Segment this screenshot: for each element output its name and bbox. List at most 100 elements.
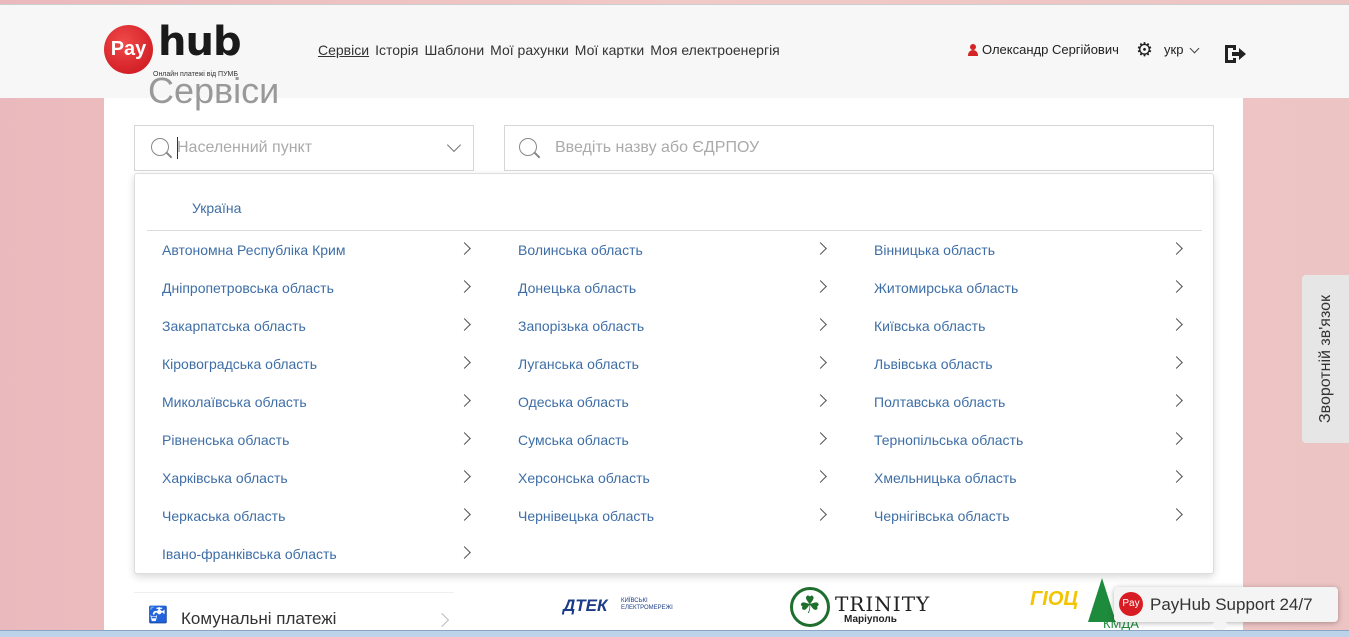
- nav-templates[interactable]: Шаблони: [424, 42, 484, 58]
- region-item[interactable]: Херсонська область: [518, 466, 838, 490]
- region-dropdown: Україна Автономна Республіка Крим Волинсь…: [134, 173, 1214, 574]
- region-item[interactable]: Запорізька область: [518, 314, 838, 338]
- region-label: Кіровоградська область: [162, 356, 317, 372]
- region-item[interactable]: Львівська область: [874, 352, 1194, 376]
- chevron-right-icon: [458, 318, 471, 331]
- region-item[interactable]: Вінницька область: [874, 238, 1194, 262]
- region-item[interactable]: Закарпатська область: [162, 314, 482, 338]
- region-label: Харківська область: [162, 470, 288, 486]
- chevron-right-icon: [814, 280, 827, 293]
- chevron-down-icon[interactable]: [1189, 43, 1200, 54]
- region-label: Тернопільська область: [874, 432, 1024, 448]
- region-label: Черкаська область: [162, 508, 286, 524]
- chevron-right-icon: [458, 280, 471, 293]
- region-label: Івано-франківська область: [162, 546, 337, 562]
- feedback-tab[interactable]: Зворотній зв'язок: [1302, 275, 1349, 443]
- user-name: Олександр Сергійович: [982, 42, 1119, 57]
- chevron-right-icon: [1170, 432, 1183, 445]
- region-item[interactable]: Автономна Республіка Крим: [162, 238, 482, 262]
- divider: [147, 230, 1202, 231]
- chevron-right-icon: [1170, 394, 1183, 407]
- region-label: Дніпропетровська область: [162, 280, 334, 296]
- chevron-right-icon: [814, 394, 827, 407]
- region-item[interactable]: Хмельницька область: [874, 466, 1194, 490]
- region-label: Миколаївська область: [162, 394, 307, 410]
- region-label: Рівненська область: [162, 432, 290, 448]
- search-icon: [519, 138, 537, 156]
- service-search-field[interactable]: [504, 125, 1214, 171]
- region-label: Закарпатська область: [162, 318, 306, 334]
- chevron-down-icon[interactable]: [446, 137, 462, 153]
- gear-icon[interactable]: ⚙: [1136, 39, 1153, 62]
- region-label: Херсонська область: [518, 470, 650, 486]
- region-item[interactable]: Волинська область: [518, 238, 838, 262]
- chevron-right-icon: [1170, 356, 1183, 369]
- region-item[interactable]: Миколаївська область: [162, 390, 482, 414]
- logout-icon[interactable]: [1222, 43, 1248, 65]
- region-item[interactable]: Чернігівська область: [874, 504, 1194, 528]
- region-item[interactable]: Полтавська область: [874, 390, 1194, 414]
- city-field[interactable]: [134, 125, 474, 171]
- region-item[interactable]: Черкаська область: [162, 504, 482, 528]
- nav-services[interactable]: Сервіси: [318, 42, 369, 58]
- support-chat-button[interactable]: Pay PayHub Support 24/7: [1114, 587, 1338, 622]
- region-label: Вінницька область: [874, 242, 995, 258]
- region-item[interactable]: Харківська область: [162, 466, 482, 490]
- chevron-right-icon: [458, 242, 471, 255]
- city-input[interactable]: [177, 136, 427, 160]
- region-label: Київська область: [874, 318, 986, 334]
- trinity-city: Маріуполь: [844, 614, 897, 625]
- gioc-logo[interactable]: ГІОЦ: [1030, 588, 1078, 611]
- nav-accounts[interactable]: Мої рахунки: [490, 42, 569, 58]
- dtek-logo-sub: КИЇВСЬКІ ЕЛЕКТРОМЕРЕЖІ: [621, 598, 673, 611]
- region-label: Полтавська область: [874, 394, 1006, 410]
- os-taskbar: [0, 630, 1349, 637]
- chevron-right-icon: [814, 470, 827, 483]
- nav-electricity[interactable]: Моя електроенергія: [650, 42, 780, 58]
- region-item[interactable]: Одеська область: [518, 390, 838, 414]
- region-label: Донецька область: [518, 280, 637, 296]
- search-icon: [151, 138, 169, 156]
- chevron-right-icon: [1170, 242, 1183, 255]
- chevron-right-icon: [1170, 508, 1183, 521]
- region-item[interactable]: Київська область: [874, 314, 1194, 338]
- region-item[interactable]: Житомирська область: [874, 276, 1194, 300]
- feedback-label: Зворотній зв'язок: [1316, 294, 1334, 424]
- chevron-right-icon: [1170, 280, 1183, 293]
- region-label: Львівська область: [874, 356, 993, 372]
- chevron-right-icon: [458, 470, 471, 483]
- chevron-right-icon: [814, 242, 827, 255]
- service-search-input[interactable]: [555, 136, 1155, 160]
- region-item[interactable]: Чернівецька область: [518, 504, 838, 528]
- nav-cards[interactable]: Мої картки: [575, 42, 644, 58]
- region-item[interactable]: Івано-франківська область: [162, 542, 482, 566]
- tap-icon: 🚰: [148, 607, 168, 624]
- payhub-chat-logo: Pay: [1119, 592, 1143, 616]
- region-label: Запорізька область: [518, 318, 645, 334]
- nav-history[interactable]: Історія: [375, 42, 418, 58]
- region-label: Чернівецька область: [518, 508, 655, 524]
- language-select[interactable]: укр: [1164, 42, 1183, 57]
- region-label: Житомирська область: [874, 280, 1019, 296]
- country-link[interactable]: Україна: [192, 200, 241, 216]
- chevron-right-icon: [814, 432, 827, 445]
- region-item[interactable]: Луганська область: [518, 352, 838, 376]
- user-menu[interactable]: Олександр Сергійович: [968, 42, 1119, 57]
- trinity-logo[interactable]: TRINITY: [835, 592, 930, 616]
- category-label: Комунальні платежі: [181, 609, 337, 628]
- region-item[interactable]: Тернопільська область: [874, 428, 1194, 452]
- text-caret: [177, 137, 178, 159]
- chevron-right-icon: [458, 508, 471, 521]
- dtek-logo[interactable]: ДТЕК: [563, 596, 607, 616]
- trinity-emblem-icon: [790, 587, 830, 627]
- chevron-right-icon: [1170, 470, 1183, 483]
- region-item[interactable]: Донецька область: [518, 276, 838, 300]
- chevron-right-icon: [458, 432, 471, 445]
- region-item[interactable]: Кіровоградська область: [162, 352, 482, 376]
- chevron-right-icon: [814, 508, 827, 521]
- region-item[interactable]: Дніпропетровська область: [162, 276, 482, 300]
- region-item[interactable]: Рівненська область: [162, 428, 482, 452]
- region-item[interactable]: Сумська область: [518, 428, 838, 452]
- main-nav: Сервіси Історія Шаблони Мої рахунки Мої …: [318, 42, 780, 58]
- logo-mark: Pay: [104, 25, 153, 74]
